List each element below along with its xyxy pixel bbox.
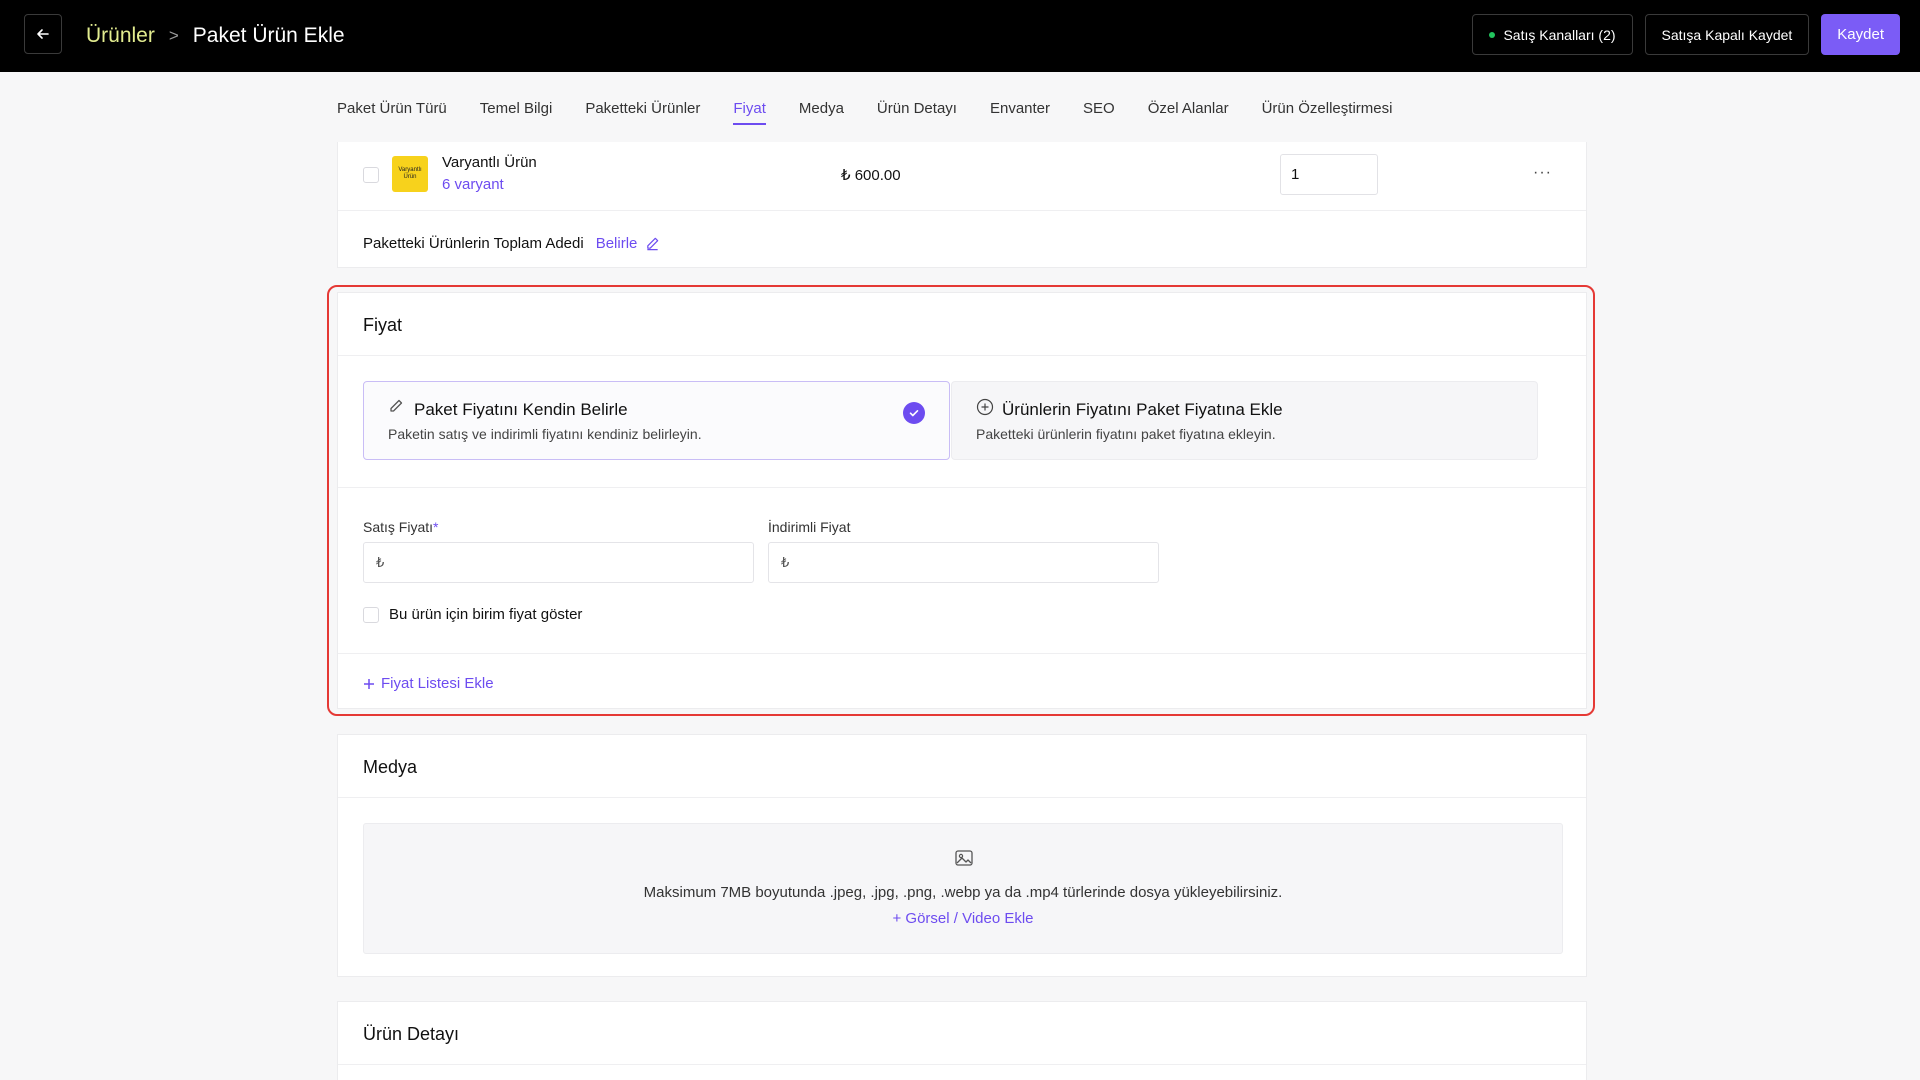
unit-price-row: Bu ürün için birim fiyat göster xyxy=(363,606,582,623)
add-price-list-button[interactable]: Fiyat Listesi Ekle xyxy=(363,675,494,692)
section-tabs: Paket Ürün Türü Temel Bilgi Paketteki Ür… xyxy=(337,100,1392,125)
bundle-products-card: Varyantlı Ürün Varyantlı Ürün 6 varyant … xyxy=(337,142,1587,268)
price-section-title: Fiyat xyxy=(363,315,403,335)
table-row: Varyantlı Ürün Varyantlı Ürün 6 varyant … xyxy=(338,142,1586,211)
pencil-icon xyxy=(647,237,659,251)
media-upload-area[interactable]: Maksimum 7MB boyutunda .jpeg, .jpg, .png… xyxy=(363,823,1563,954)
sale-price-label: Satış Fiyatı* xyxy=(363,519,438,535)
price-option-add-description: Paketteki ürünlerin fiyatını paket fiyat… xyxy=(976,426,1276,442)
add-media-label: Görsel / Video Ekle xyxy=(905,910,1034,927)
save-button[interactable]: Kaydet xyxy=(1821,14,1900,55)
divider xyxy=(338,355,1586,356)
unit-price-label: Bu ürün için birim fiyat göster xyxy=(389,606,583,623)
add-media-button[interactable]: + Görsel / Video Ekle xyxy=(364,910,1562,927)
top-bar: Ürünler > Paket Ürün Ekle Satış Kanallar… xyxy=(0,0,1920,72)
media-section-title: Medya xyxy=(363,757,418,777)
upload-hint: Maksimum 7MB boyutunda .jpeg, .jpg, .png… xyxy=(643,884,1283,901)
plus-circle-icon xyxy=(976,398,994,416)
save-closed-button[interactable]: Satışa Kapalı Kaydet xyxy=(1644,14,1810,55)
price-option-own-description: Paketin satış ve indirimli fiyatını kend… xyxy=(388,426,702,442)
price-option-own-title: Paket Fiyatını Kendin Belirle xyxy=(414,400,628,419)
tab-product-detail[interactable]: Ürün Detayı xyxy=(877,100,957,125)
sales-channels-label: Satış Kanalları (2) xyxy=(1503,26,1616,43)
tab-inventory[interactable]: Envanter xyxy=(990,100,1050,125)
discount-price-label: İndirimli Fiyat xyxy=(768,519,851,535)
tab-product-customization[interactable]: Ürün Özelleştirmesi xyxy=(1262,100,1393,125)
set-total-label: Belirle xyxy=(595,235,638,252)
product-detail-title: Ürün Detayı xyxy=(363,1024,460,1044)
product-name: Varyantlı Ürün xyxy=(442,154,537,171)
product-thumbnail: Varyantlı Ürün xyxy=(392,156,428,192)
set-total-button[interactable]: Belirle xyxy=(596,235,661,252)
currency-prefix: ₺ xyxy=(376,554,385,570)
price-option-add-title: Ürünlerin Fiyatını Paket Fiyatına Ekle xyxy=(1002,400,1283,419)
plus-icon: + xyxy=(892,910,906,927)
price-option-add[interactable]: Ürünlerin Fiyatını Paket Fiyatına Ekle P… xyxy=(951,381,1538,460)
sales-channels-button[interactable]: Satış Kanalları (2) xyxy=(1472,14,1633,55)
product-variants-link[interactable]: 6 varyant xyxy=(442,176,504,193)
unit-price-checkbox[interactable] xyxy=(363,606,379,623)
price-option-own[interactable]: Paket Fiyatını Kendin Belirle Paketin sa… xyxy=(363,381,950,460)
sale-price-input[interactable]: ₺ xyxy=(363,542,754,583)
tab-basic-info[interactable]: Temel Bilgi xyxy=(480,100,553,125)
divider xyxy=(338,653,1586,654)
currency-prefix: ₺ xyxy=(781,554,790,570)
product-row-checkbox[interactable] xyxy=(363,167,379,183)
tab-media[interactable]: Medya xyxy=(799,100,844,125)
plus-icon xyxy=(364,678,374,689)
status-dot-icon xyxy=(1489,31,1496,38)
page-title: Paket Ürün Ekle xyxy=(192,24,345,47)
tab-custom-fields[interactable]: Özel Alanlar xyxy=(1148,100,1229,125)
tab-seo[interactable]: SEO xyxy=(1083,100,1115,125)
tab-price[interactable]: Fiyat xyxy=(733,100,766,125)
quantity-input[interactable]: 1 xyxy=(1280,154,1378,195)
chevron-right-icon: > xyxy=(168,26,179,45)
pencil-icon xyxy=(390,399,403,412)
image-icon xyxy=(955,850,973,866)
divider xyxy=(338,487,1586,488)
bundle-total-row: Paketteki Ürünlerin Toplam Adedi Belirle xyxy=(363,235,660,252)
breadcrumb: Ürünler > Paket Ürün Ekle xyxy=(86,0,345,72)
price-card: Fiyat Paket Fiyatını Kendin Belirle Pake… xyxy=(337,292,1587,709)
tab-package-type[interactable]: Paket Ürün Türü xyxy=(337,100,447,125)
header-actions: Satış Kanalları (2) Satışa Kapalı Kaydet… xyxy=(1472,14,1900,55)
media-card: Medya Maksimum 7MB boyutunda .jpeg, .jpg… xyxy=(337,734,1587,977)
product-detail-card: Ürün Detayı xyxy=(337,1001,1587,1080)
breadcrumb-products-link[interactable]: Ürünler xyxy=(86,24,155,48)
bundle-total-label: Paketteki Ürünlerin Toplam Adedi xyxy=(363,235,584,252)
discount-price-input[interactable]: ₺ xyxy=(768,542,1159,583)
arrow-left-icon xyxy=(37,29,49,39)
required-mark: * xyxy=(433,519,439,535)
add-price-list-label: Fiyat Listesi Ekle xyxy=(381,675,494,692)
tab-bundle-products[interactable]: Paketteki Ürünler xyxy=(585,100,700,125)
check-circle-icon xyxy=(903,402,925,424)
back-button[interactable] xyxy=(24,14,62,54)
more-options-button[interactable]: ··· xyxy=(1533,164,1552,182)
sale-price-label-text: Satış Fiyatı xyxy=(363,519,434,535)
product-price: ₺ 600.00 xyxy=(841,167,901,184)
divider xyxy=(338,1064,1586,1065)
divider xyxy=(338,797,1586,798)
